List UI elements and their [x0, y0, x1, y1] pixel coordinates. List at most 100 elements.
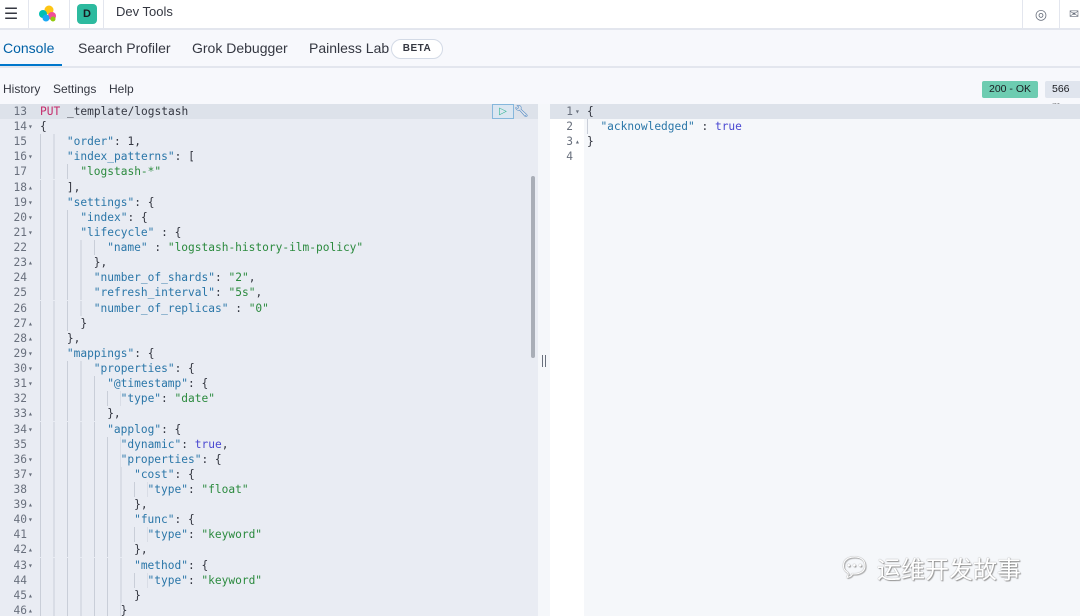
- code-line[interactable]: 35 "dynamic": true,: [0, 436, 538, 452]
- fold-toggle-icon[interactable]: ▴: [28, 588, 36, 603]
- fold-toggle-icon[interactable]: ▾: [28, 512, 36, 527]
- fold-toggle-icon[interactable]: ▾: [575, 104, 583, 119]
- code-token: PUT: [40, 105, 61, 118]
- code-line[interactable]: 18 ▴],: [0, 179, 538, 195]
- code-line[interactable]: 21 ▾ "lifecycle" : {: [0, 224, 538, 240]
- response-editor[interactable]: 4 3 ▴} 2 "acknowledged" : true 1 ▾{: [550, 104, 1080, 616]
- code-line[interactable]: 14 ▾ {: [0, 119, 538, 134]
- code-line[interactable]: 38 "type": "float": [0, 482, 538, 497]
- fold-toggle-icon[interactable]: ▴: [28, 255, 36, 270]
- code-token: }: [120, 603, 128, 616]
- code-line[interactable]: 41 "type": "keyword": [0, 527, 538, 543]
- fold-toggle-icon[interactable]: ▴: [28, 497, 36, 512]
- tab-search-profiler[interactable]: Search Profiler: [78, 30, 171, 66]
- code-token: :: [694, 120, 715, 134]
- fold-toggle-icon[interactable]: ▾: [28, 452, 36, 467]
- fold-toggle-icon[interactable]: ▴: [28, 542, 36, 557]
- fold-toggle-icon[interactable]: ▾: [28, 361, 36, 376]
- code-line[interactable]: 16 ▾ "index_patterns": [: [0, 149, 538, 165]
- code-line[interactable]: 46 ▴}: [0, 602, 538, 616]
- code-line[interactable]: 44 "type": "keyword": [0, 572, 538, 588]
- code-token: "number_of_shards": [93, 271, 215, 285]
- wrench-settings-icon[interactable]: 🔧︎: [514, 104, 529, 119]
- code-line[interactable]: 34 ▾ "applog": {: [0, 421, 538, 437]
- request-editor[interactable]: 46 ▴} 45 ▴} 44 "type": "keyword" 43 ▾ "method": …: [0, 104, 538, 616]
- code-line[interactable]: 40 ▾ "func": {: [0, 512, 538, 528]
- fold-toggle-icon[interactable]: ▴: [28, 406, 36, 421]
- code-line[interactable]: 23 ▴},: [0, 255, 538, 271]
- code-line[interactable]: 45 ▴}: [0, 587, 538, 603]
- code-line[interactable]: 30 ▾ "properties": {: [0, 361, 538, 377]
- line-number: 21: [13, 225, 27, 239]
- editor-scrollbar[interactable]: [531, 176, 535, 358]
- code-line[interactable]: 29 ▾ "mappings": {: [0, 345, 538, 361]
- code-line[interactable]: 17 "logstash-*": [0, 164, 538, 180]
- line-number: 28: [13, 331, 27, 345]
- elastic-logo-icon[interactable]: [30, 0, 66, 28]
- console-toolbar: History Settings Help 200 - OK 566 m: [0, 68, 1080, 112]
- code-line[interactable]: 28 ▴},: [0, 330, 538, 346]
- space-avatar[interactable]: D: [76, 0, 98, 28]
- pane-resizer[interactable]: [538, 104, 550, 616]
- fold-toggle-icon[interactable]: ▴: [575, 134, 583, 149]
- code-line[interactable]: 36 ▾ "properties": {: [0, 451, 538, 467]
- code-line[interactable]: 37 ▾ "cost": {: [0, 466, 538, 482]
- tab-painless-lab[interactable]: Painless Lab: [309, 30, 389, 66]
- code-line[interactable]: 1 ▾ {: [550, 104, 1080, 120]
- settings-link[interactable]: Settings: [53, 82, 96, 96]
- code-line[interactable]: 27 ▴}: [0, 315, 538, 331]
- fold-toggle-icon[interactable]: ▾: [28, 467, 36, 482]
- code-line[interactable]: 32 "type": "date": [0, 391, 538, 407]
- code-token: true: [194, 437, 222, 451]
- line-number: 27: [13, 316, 27, 330]
- code-token: }: [134, 588, 141, 602]
- help-link[interactable]: Help: [109, 82, 134, 96]
- code-line[interactable]: 26 "number_of_replicas" : "0": [0, 300, 538, 316]
- menu-icon[interactable]: ☰: [0, 0, 22, 28]
- code-line[interactable]: 24 "number_of_shards": "2",: [0, 270, 538, 286]
- fold-toggle-icon[interactable]: ▴: [28, 316, 36, 331]
- fold-toggle-icon[interactable]: ▾: [28, 210, 36, 225]
- code-token: :: [187, 483, 202, 496]
- fold-toggle-icon[interactable]: ▴: [28, 331, 36, 346]
- code-line[interactable]: 20 ▾ "index": {: [0, 209, 538, 225]
- code-token: "index": [80, 210, 128, 224]
- code-line[interactable]: 25 "refresh_interval": "5s",: [0, 285, 538, 301]
- fold-toggle-icon[interactable]: ▾: [28, 195, 36, 210]
- code-line[interactable]: 3 ▴}: [550, 134, 1080, 149]
- code-token: "5s": [228, 286, 256, 300]
- code-token: "settings": [66, 195, 135, 209]
- fold-toggle-icon[interactable]: ▴: [28, 180, 36, 195]
- tab-console[interactable]: Console: [0, 30, 62, 66]
- code-token: true: [714, 120, 742, 134]
- line-number: 33: [13, 407, 27, 421]
- newsfeed-mail-icon[interactable]: ✉: [1066, 0, 1080, 28]
- fold-toggle-icon[interactable]: ▴: [28, 603, 36, 616]
- code-line[interactable]: 2 "acknowledged" : true: [550, 119, 1080, 135]
- code-token: : {: [134, 346, 155, 360]
- code-line[interactable]: 43 ▾ "method": {: [0, 557, 538, 573]
- code-line[interactable]: 13 PUT _template/logstash: [0, 104, 538, 120]
- fold-toggle-icon[interactable]: ▾: [28, 376, 36, 391]
- code-line[interactable]: 33 ▴},: [0, 406, 538, 422]
- code-line[interactable]: 4: [550, 149, 1080, 164]
- fold-toggle-icon[interactable]: ▾: [28, 149, 36, 164]
- code-line[interactable]: 31 ▾ "@timestamp": {: [0, 376, 538, 392]
- fold-toggle-icon[interactable]: ▾: [28, 422, 36, 437]
- code-line[interactable]: 42 ▴},: [0, 542, 538, 558]
- fold-toggle-icon[interactable]: ▾: [28, 225, 36, 240]
- code-line[interactable]: 39 ▴},: [0, 497, 538, 513]
- drag-handle-icon[interactable]: [542, 355, 546, 367]
- code-line[interactable]: 15 "order": 1,: [0, 134, 538, 150]
- code-line[interactable]: 19 ▾ "settings": {: [0, 194, 538, 210]
- run-request-play-icon[interactable]: ▷: [492, 104, 514, 119]
- fold-toggle-icon[interactable]: ▾: [28, 558, 36, 573]
- help-lifebuoy-icon[interactable]: ◎: [1030, 0, 1052, 28]
- code-line[interactable]: 22 "name" : "logstash-history-ilm-policy": [0, 240, 538, 256]
- divider: [1022, 0, 1023, 28]
- history-link[interactable]: History: [3, 82, 40, 96]
- code-token: "func": [134, 513, 175, 527]
- fold-toggle-icon[interactable]: ▾: [28, 119, 36, 134]
- tab-grok-debugger[interactable]: Grok Debugger: [192, 30, 288, 66]
- fold-toggle-icon[interactable]: ▾: [28, 346, 36, 361]
